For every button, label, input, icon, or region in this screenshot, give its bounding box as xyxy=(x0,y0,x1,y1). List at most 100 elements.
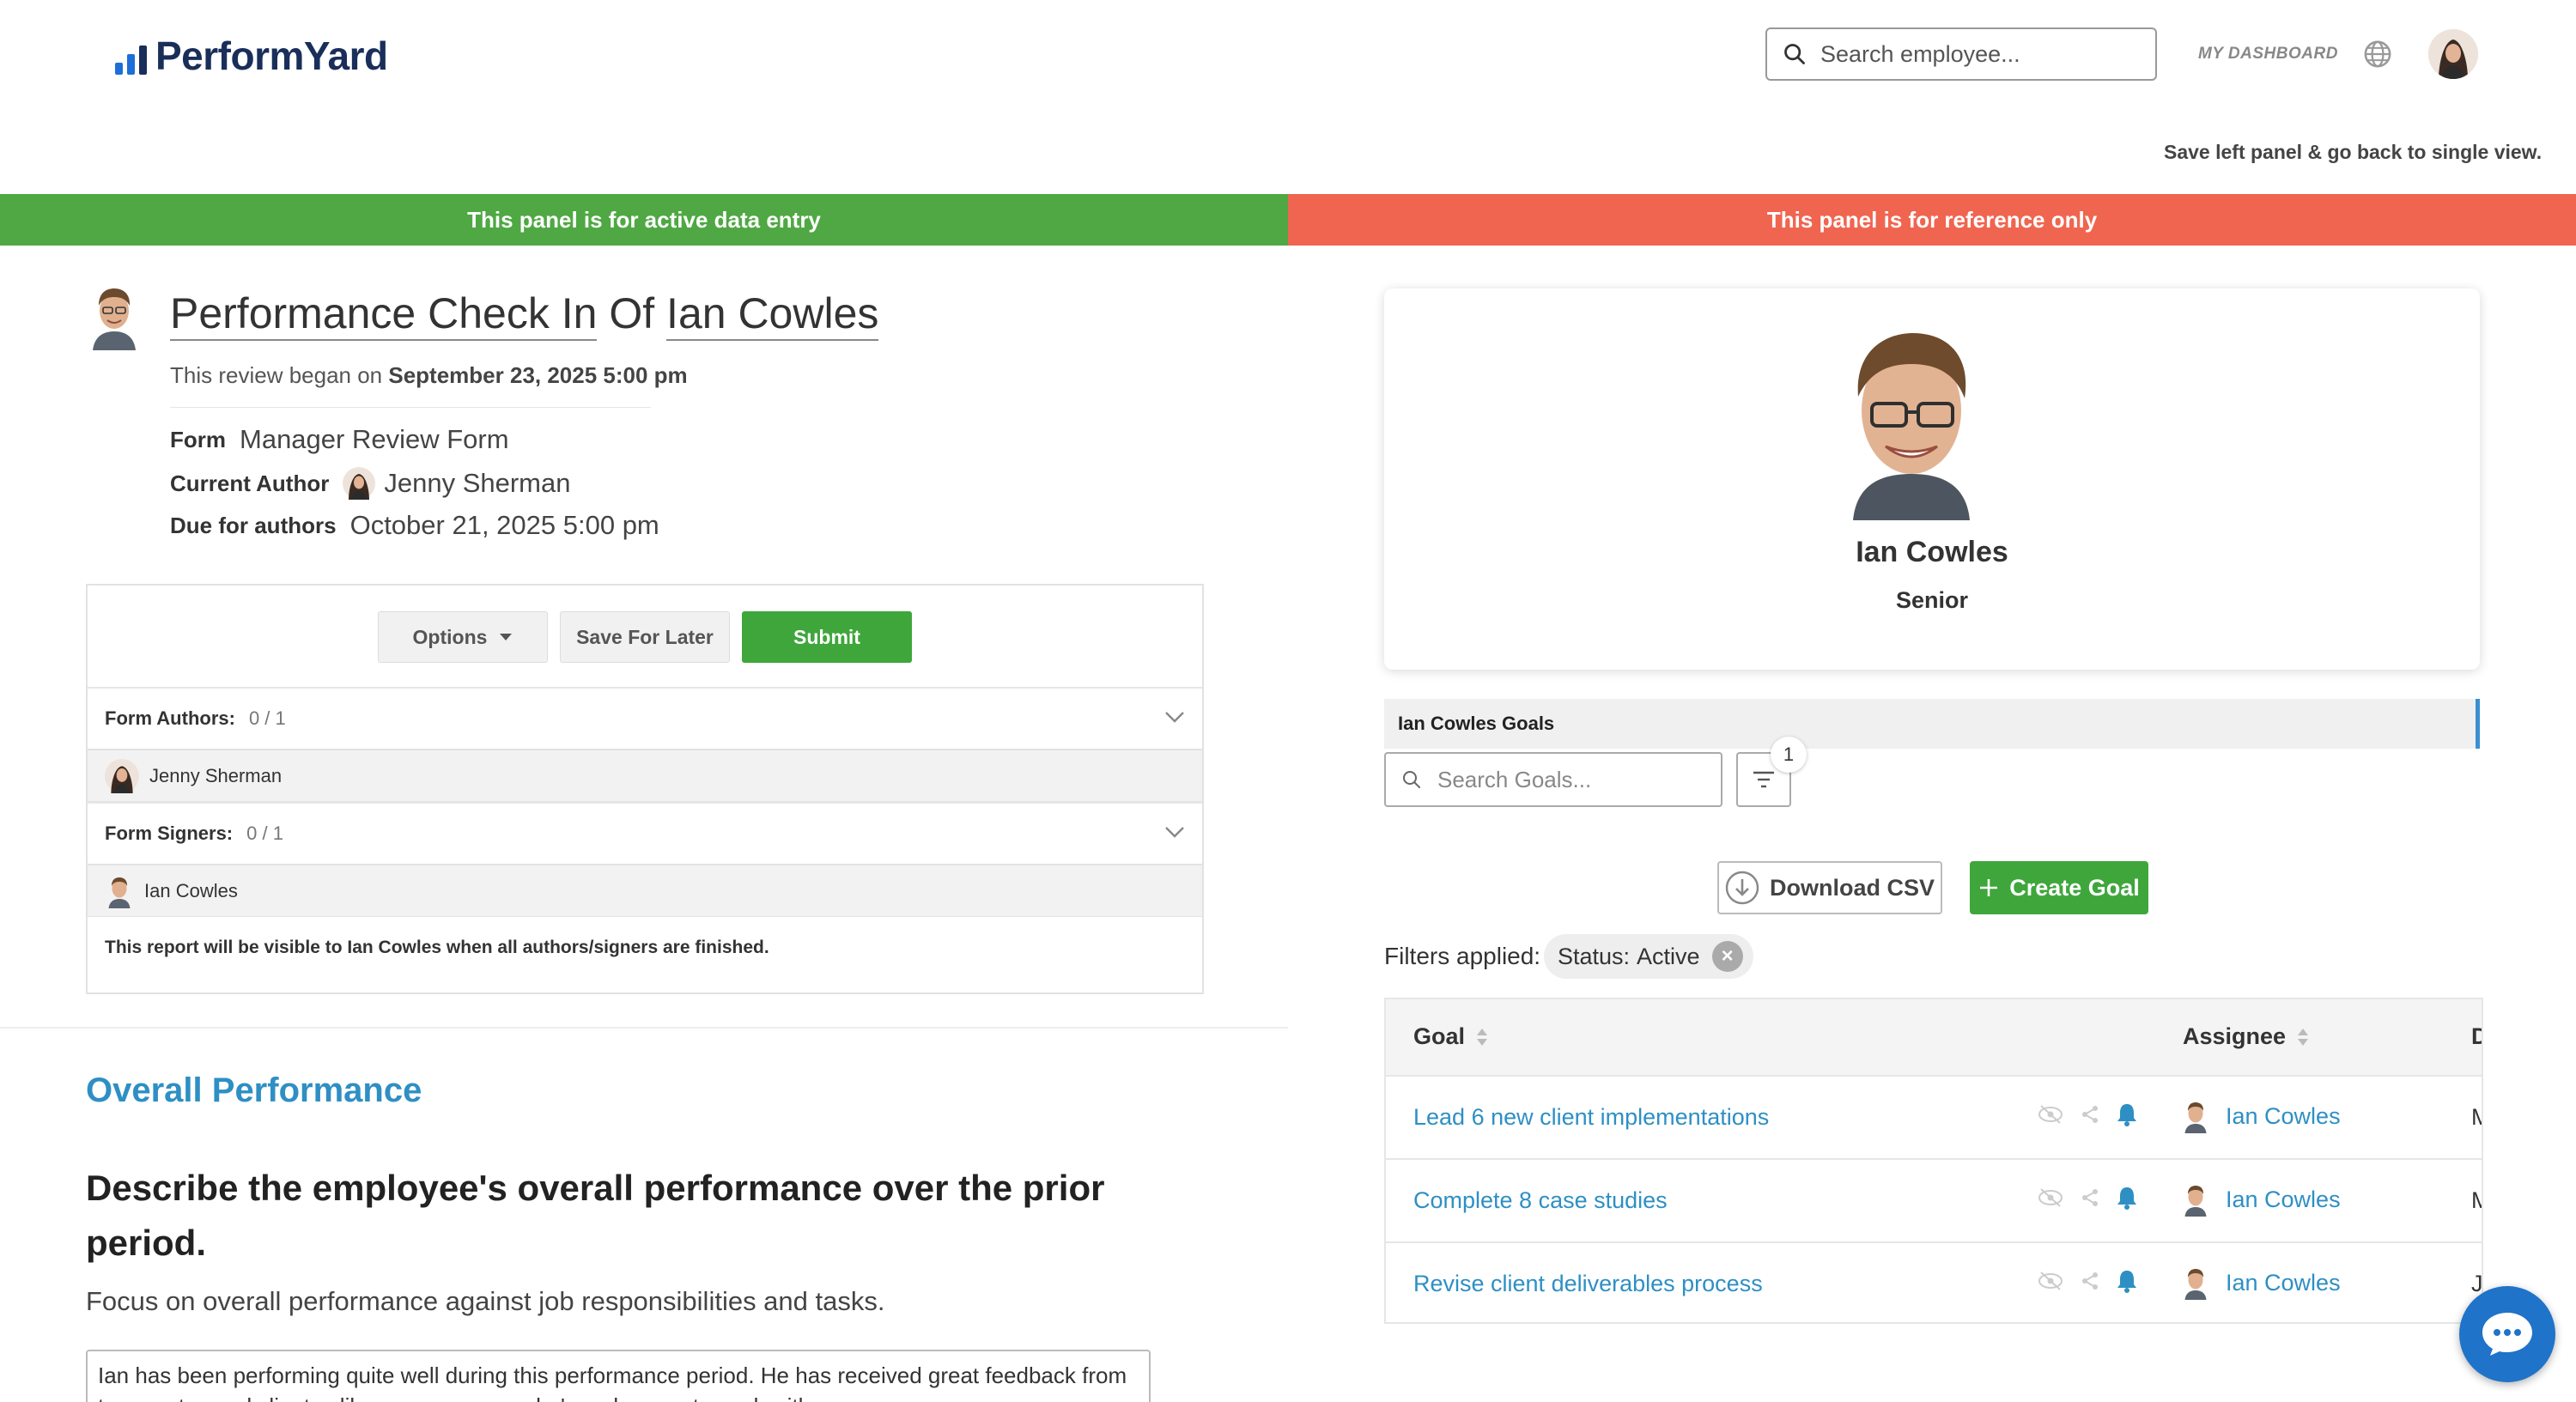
hidden-eye-icon[interactable] xyxy=(2037,1104,2064,1125)
employee-avatar xyxy=(86,282,143,350)
goal-link[interactable]: Complete 8 case studies xyxy=(1413,1187,1668,1214)
author-avatar xyxy=(343,467,376,500)
section-divider xyxy=(0,1027,1288,1029)
answer-textarea[interactable]: Ian has been performing quite well durin… xyxy=(86,1350,1151,1402)
submit-button[interactable]: Submit xyxy=(742,611,912,663)
filter-count-badge: 1 xyxy=(1771,737,1807,773)
form-authors-label: Form Authors: xyxy=(105,707,235,729)
review-began: This review began on September 23, 2025 … xyxy=(170,362,688,389)
signer-avatar xyxy=(108,877,131,908)
create-goal-label: Create Goal xyxy=(2009,874,2140,901)
review-of: Of xyxy=(609,289,655,337)
review-type: Performance Check In xyxy=(170,289,598,341)
assignee-cell[interactable]: Ian Cowles xyxy=(2181,1182,2341,1217)
form-authors-header[interactable]: Form Authors: 0 / 1 xyxy=(88,687,1202,749)
assignee-avatar xyxy=(2184,1186,2207,1217)
assignee-cell[interactable]: Ian Cowles xyxy=(2181,1099,2341,1133)
bell-icon[interactable] xyxy=(2116,1186,2138,1210)
assignee-name[interactable]: Ian Cowles xyxy=(2226,1187,2341,1213)
performyard-logo[interactable]: PerformYard xyxy=(115,33,388,79)
table-row[interactable]: Revise client deliverables process Ian C… xyxy=(1386,1241,2482,1322)
goals-search[interactable] xyxy=(1384,752,1722,807)
user-avatar[interactable] xyxy=(2428,29,2478,79)
sort-icon xyxy=(1477,1028,1488,1046)
sort-icon xyxy=(2298,1028,2309,1046)
employee-search-input[interactable] xyxy=(1820,40,2129,68)
globe-icon[interactable] xyxy=(2363,39,2392,73)
chevron-down-icon[interactable] xyxy=(1164,826,1185,838)
review-employee-link[interactable]: Ian Cowles xyxy=(666,289,879,341)
form-author-item: Jenny Sherman xyxy=(88,749,1202,802)
options-dropdown[interactable]: Options xyxy=(378,611,548,663)
download-csv-button[interactable]: Download CSV xyxy=(1717,861,1942,914)
bell-icon[interactable] xyxy=(2116,1269,2138,1293)
my-dashboard-link[interactable]: MY DASHBOARD xyxy=(2198,45,2338,64)
goal-link[interactable]: Lead 6 new client implementations xyxy=(1413,1104,1769,1131)
form-meta-row: Form Manager Review Form xyxy=(170,424,509,455)
due-cell: M xyxy=(2471,1187,2482,1214)
status-filter-chip: Status: Active × xyxy=(1544,934,1753,979)
profile-role: Senior xyxy=(1895,587,1969,613)
search-icon xyxy=(1784,44,1805,64)
goal-link[interactable]: Revise client deliverables process xyxy=(1413,1271,1763,1297)
due-value: October 21, 2025 5:00 pm xyxy=(349,510,659,540)
chat-icon xyxy=(2482,1313,2532,1356)
hidden-eye-icon[interactable] xyxy=(2037,1187,2064,1208)
review-title: Performance Check In Of Ian Cowles xyxy=(170,288,879,341)
form-author-name: Jenny Sherman xyxy=(149,764,283,786)
save-for-later-button[interactable]: Save For Later xyxy=(560,611,730,663)
save-left-panel-link[interactable]: Save left panel & go back to single view… xyxy=(2164,141,2542,164)
divider xyxy=(170,407,651,408)
row-actions xyxy=(2037,1269,2138,1293)
section-title: Overall Performance xyxy=(86,1071,422,1109)
hidden-eye-icon[interactable] xyxy=(2037,1271,2064,1291)
employee-search[interactable] xyxy=(1765,27,2157,81)
create-goal-button[interactable]: Create Goal xyxy=(1970,861,2148,914)
table-header: Goal Assignee D xyxy=(1386,999,2482,1075)
due-column-header[interactable]: D xyxy=(2471,1023,2482,1050)
filters-applied-label: Filters applied: xyxy=(1384,943,1541,969)
visibility-note: This report will be visible to Ian Cowle… xyxy=(105,938,769,957)
share-icon[interactable] xyxy=(2080,1271,2100,1291)
goals-table: Goal Assignee D Lead 6 new client implem… xyxy=(1384,998,2483,1324)
form-signers-header[interactable]: Form Signers: 0 / 1 xyxy=(88,802,1202,864)
options-label: Options xyxy=(412,625,488,648)
question-hint: Focus on overall performance against job… xyxy=(86,1286,885,1316)
reference-only-banner: This panel is for reference only xyxy=(1288,194,2576,246)
table-row[interactable]: Lead 6 new client implementations Ian Co… xyxy=(1386,1075,2482,1158)
goal-column-header[interactable]: Goal xyxy=(1413,1023,1489,1050)
assignee-column-header[interactable]: Assignee xyxy=(2183,1023,2310,1050)
share-icon[interactable] xyxy=(2080,1104,2100,1125)
chevron-down-icon[interactable] xyxy=(1164,711,1185,723)
goals-search-input[interactable] xyxy=(1437,766,1712,793)
bell-icon[interactable] xyxy=(2116,1102,2138,1126)
logo-text: PerformYard xyxy=(155,33,388,78)
download-icon xyxy=(1725,871,1759,905)
filter-icon xyxy=(1753,771,1774,788)
form-authors-count: 0 / 1 xyxy=(248,707,286,729)
author-meta-row: Current Author Jenny Sherman xyxy=(170,467,570,500)
assignee-avatar xyxy=(2184,1102,2207,1133)
form-card: Options Save For Later Submit Form Autho… xyxy=(86,584,1204,994)
due-cell: M xyxy=(2471,1104,2482,1131)
assignee-name[interactable]: Ian Cowles xyxy=(2226,1103,2341,1130)
chip-key: Status: xyxy=(1558,943,1631,969)
logo-bars-icon xyxy=(115,37,147,75)
assignee-name[interactable]: Ian Cowles xyxy=(2226,1270,2341,1296)
download-csv-label: Download CSV xyxy=(1769,874,1935,901)
chip-value: Active xyxy=(1637,943,1700,969)
share-icon[interactable] xyxy=(2080,1187,2100,1208)
close-icon[interactable]: × xyxy=(1711,941,1743,972)
goal-column-label: Goal xyxy=(1413,1023,1466,1049)
row-actions xyxy=(2037,1186,2138,1210)
chat-button[interactable] xyxy=(2459,1286,2555,1382)
form-signers-label: Form Signers: xyxy=(105,822,234,844)
form-signers-count: 0 / 1 xyxy=(246,822,283,844)
table-row[interactable]: Complete 8 case studies Ian Cowles M xyxy=(1386,1158,2482,1241)
active-entry-banner: This panel is for active data entry xyxy=(0,194,1288,246)
assignee-column-label: Assignee xyxy=(2183,1023,2287,1049)
row-actions xyxy=(2037,1102,2138,1126)
form-value: Manager Review Form xyxy=(240,424,509,454)
search-icon xyxy=(1403,771,1420,788)
assignee-cell[interactable]: Ian Cowles xyxy=(2181,1265,2341,1300)
